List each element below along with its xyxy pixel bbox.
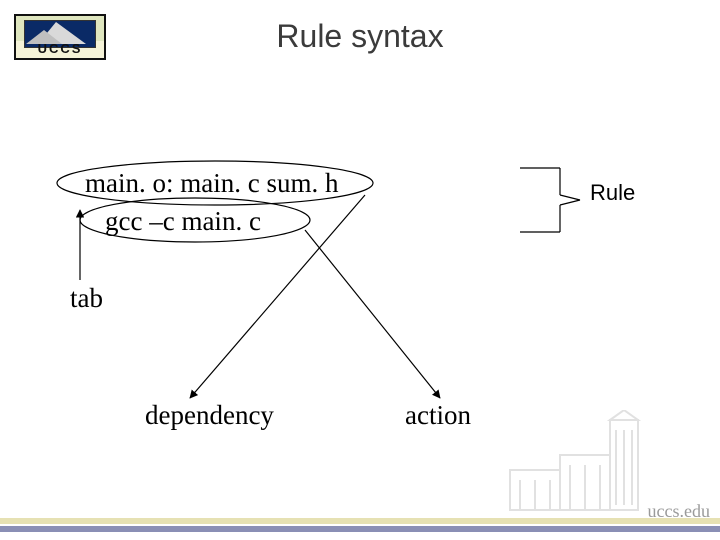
label-tab: tab	[70, 283, 103, 314]
label-dependency: dependency	[145, 400, 274, 431]
slide-title: Rule syntax	[0, 18, 720, 55]
rule-action-line: gcc –c main. c	[105, 206, 261, 237]
slide: UCCS Rule syntax main. o: main. c sum. h…	[0, 0, 720, 540]
rule-bracket	[520, 168, 580, 232]
label-action: action	[405, 400, 471, 431]
rule-dependency-line: main. o: main. c sum. h	[85, 168, 338, 199]
label-rule: Rule	[590, 180, 635, 206]
footer-bar	[0, 526, 720, 532]
footer-brand: uccs.edu	[648, 501, 710, 522]
arrow-action	[305, 230, 440, 398]
